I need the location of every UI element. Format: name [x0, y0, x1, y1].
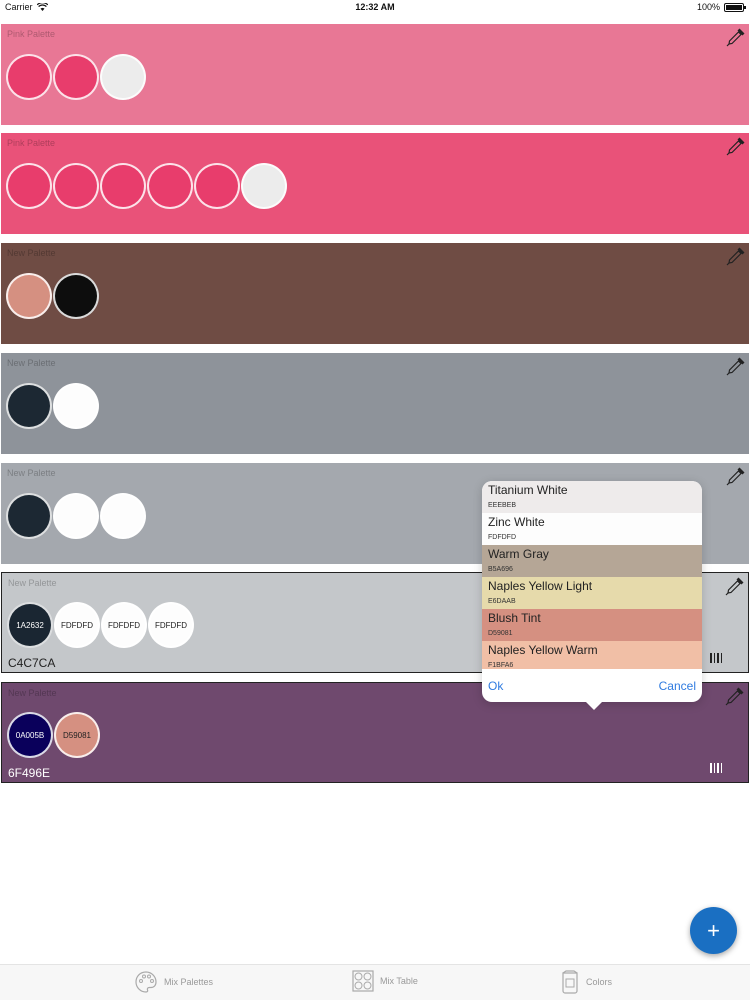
swatch-group [6, 54, 146, 100]
color-option-code: F1BFA6 [488, 662, 514, 669]
tab-bar: Mix Palettes Mix Table Colors [0, 964, 750, 1000]
color-swatch[interactable] [53, 163, 99, 209]
color-swatch[interactable] [53, 493, 99, 539]
color-swatch[interactable] [6, 493, 52, 539]
palette-row[interactable]: Pink Palette [1, 24, 749, 125]
color-option[interactable]: Naples Yellow Light E6DAAB [482, 577, 702, 609]
popover-actions: Ok Cancel [482, 669, 702, 701]
popover-arrow [585, 701, 603, 710]
color-option-name: Blush Tint [488, 611, 541, 625]
palette-name: New Palette [7, 468, 56, 478]
color-swatch[interactable] [53, 54, 99, 100]
plus-icon: + [707, 917, 720, 943]
color-swatch[interactable] [6, 383, 52, 429]
palette-icon [135, 971, 157, 993]
eyedropper-icon[interactable] [725, 26, 747, 48]
color-swatch[interactable] [6, 273, 52, 319]
palette-name: New Palette [8, 578, 57, 588]
color-swatch[interactable] [6, 54, 52, 100]
cancel-button[interactable]: Cancel [659, 679, 696, 693]
color-option[interactable]: Titanium White EEEBEB [482, 481, 702, 513]
swatch-group: 1A2632 FDFDFD FDFDFD FDFDFD [7, 602, 194, 648]
color-option-code: EEEBEB [488, 502, 517, 509]
palette-options-icon[interactable] [708, 760, 724, 776]
color-swatch[interactable]: FDFDFD [101, 602, 147, 648]
palette-name: Pink Palette [7, 29, 56, 39]
palette-row[interactable]: Pink Palette [1, 133, 749, 234]
color-swatch[interactable] [100, 493, 146, 539]
color-swatch[interactable] [241, 163, 287, 209]
swatch-group [6, 383, 99, 429]
tab-mix-palettes-label: Mix Palettes [164, 977, 214, 987]
swatch-group [6, 493, 146, 539]
color-option-code: B5A696 [488, 566, 513, 573]
grid-icon [352, 970, 374, 992]
ok-button[interactable]: Ok [488, 679, 503, 693]
battery-icon [724, 2, 746, 12]
color-option-name: Naples Yellow Warm [488, 643, 598, 657]
color-option-code: D59081 [488, 630, 513, 637]
color-swatch[interactable]: FDFDFD [54, 602, 100, 648]
color-swatch[interactable] [6, 163, 52, 209]
eyedropper-icon[interactable] [725, 135, 747, 157]
color-swatch[interactable]: FDFDFD [148, 602, 194, 648]
swatch-group: 0A005B D59081 [7, 712, 100, 758]
eyedropper-icon[interactable] [725, 465, 747, 487]
tab-mix-palettes[interactable]: Mix Palettes [134, 970, 213, 994]
color-option-code: FDFDFD [488, 534, 516, 541]
palette-row[interactable]: New Palette [1, 243, 749, 344]
color-option-name: Naples Yellow Light [488, 579, 593, 593]
color-option-name: Titanium White [488, 483, 568, 497]
color-picker-popover: Titanium White EEEBEB Zinc White FDFDFD Warm… [482, 481, 702, 710]
swatch-group [6, 163, 287, 209]
eyedropper-icon[interactable] [725, 355, 747, 377]
color-swatch[interactable] [147, 163, 193, 209]
status-bar: Carrier 12:32 AM 100% [0, 0, 750, 16]
color-swatch[interactable]: 1A2632 [7, 602, 53, 648]
palette-row[interactable]: New Palette [1, 353, 749, 454]
color-picker-list: Titanium White EEEBEB Zinc White FDFDFD Warm… [482, 481, 702, 669]
color-option[interactable]: Naples Yellow Warm F1BFA6 [482, 641, 702, 669]
eyedropper-icon[interactable] [724, 685, 746, 707]
color-option-name: Zinc White [488, 515, 545, 529]
eyedropper-icon[interactable] [724, 575, 746, 597]
color-swatch[interactable] [100, 54, 146, 100]
add-palette-button[interactable]: + [690, 907, 737, 954]
palette-name: New Palette [7, 358, 56, 368]
color-swatch[interactable] [100, 163, 146, 209]
clock: 12:32 AM [355, 2, 395, 12]
palette-hex-label: C4C7CA [8, 656, 56, 670]
paint-bucket-icon [562, 970, 578, 994]
color-option-code: E6DAAB [488, 598, 516, 605]
color-option-name: Warm Gray [488, 547, 549, 561]
tab-mix-table[interactable]: Mix Table [352, 970, 418, 992]
tab-colors-label: Colors [586, 977, 613, 987]
tab-colors[interactable]: Colors [560, 970, 612, 994]
eyedropper-icon[interactable] [725, 245, 747, 267]
swatch-group [6, 273, 99, 319]
color-swatch[interactable] [194, 163, 240, 209]
color-option[interactable]: Zinc White FDFDFD [482, 513, 702, 545]
status-right: 100% [696, 2, 746, 12]
color-swatch[interactable] [53, 383, 99, 429]
color-swatch[interactable]: D59081 [54, 712, 100, 758]
color-swatch[interactable] [53, 273, 99, 319]
palette-name: New Palette [7, 248, 56, 258]
palette-options-icon[interactable] [708, 650, 724, 666]
palette-hex-label: 6F496E [8, 766, 51, 780]
tab-mix-table-label: Mix Table [380, 976, 418, 986]
color-option[interactable]: Warm Gray B5A696 [482, 545, 702, 577]
battery-percent: 100% [696, 2, 720, 12]
palette-name: New Palette [8, 688, 57, 698]
palette-name: Pink Palette [7, 138, 56, 148]
color-option[interactable]: Blush Tint D59081 [482, 609, 702, 641]
color-swatch[interactable]: 0A005B [7, 712, 53, 758]
